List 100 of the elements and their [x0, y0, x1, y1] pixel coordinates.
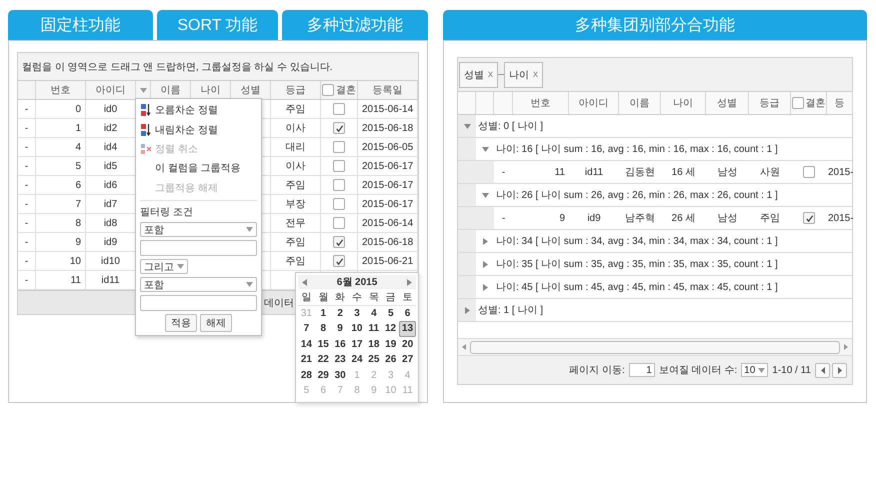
checkbox[interactable]	[333, 141, 345, 153]
weekday-label: 목	[368, 290, 380, 304]
column-header[interactable]: 결혼	[806, 96, 826, 110]
calendar-day[interactable]: 29	[314, 368, 332, 383]
dropdown[interactable]: 포함	[140, 222, 257, 238]
column-header[interactable]: 나이	[661, 92, 706, 114]
group-label: 나이: 16 [ 나이 sum : 16, avg : 16, min : 16, max : 16, count : 1 ]	[495, 143, 778, 157]
menu-item[interactable]: 내림차순 정렬	[140, 121, 257, 138]
page-input[interactable]: 1	[628, 363, 655, 377]
table-cell: 전무	[271, 214, 321, 232]
calendar-day[interactable]: 10	[348, 321, 366, 336]
column-header[interactable]: 등록일	[358, 81, 418, 99]
menu-item[interactable]: 이 컬럼을 그룹적용	[140, 160, 257, 177]
column-header[interactable]: 아이디	[569, 92, 619, 114]
table-cell-text: 2015-	[827, 166, 853, 180]
calendar-day[interactable]: 8	[314, 321, 332, 336]
filter-button[interactable]: 적용	[165, 314, 197, 332]
calendar-day[interactable]: 25	[365, 352, 382, 368]
table-cell: 8	[36, 214, 86, 232]
group-chip[interactable]: 성별 x	[459, 62, 498, 88]
caret-down-icon	[246, 282, 253, 288]
calendar-day[interactable]: 5	[382, 306, 400, 321]
dropdown[interactable]: 포함	[140, 277, 257, 292]
table-cell: 2015-06-05	[358, 138, 418, 156]
calendar-day[interactable]: 20	[399, 336, 416, 352]
caret-right-icon[interactable]	[482, 284, 488, 290]
caret-down-icon[interactable]	[464, 124, 470, 128]
table-cell: -	[18, 138, 36, 156]
checkbox[interactable]	[333, 198, 345, 210]
previous-page-button[interactable]	[815, 362, 830, 378]
checkbox[interactable]	[333, 122, 345, 134]
group-chip[interactable]: 나이 x	[504, 62, 543, 88]
page-size-dropdown[interactable]: 10	[741, 363, 768, 377]
calendar-day[interactable]: 3	[348, 306, 366, 321]
checkbox[interactable]	[333, 179, 345, 191]
calendar-day[interactable]: 15	[314, 336, 332, 352]
table-cell-text: 9	[558, 212, 566, 226]
calendar-day[interactable]: 11	[365, 321, 382, 336]
column-header[interactable]: 이름	[619, 92, 661, 114]
calendar-day[interactable]: 1	[314, 306, 332, 321]
filter-input[interactable]	[140, 240, 257, 256]
filter-button[interactable]: 해제	[200, 314, 232, 332]
calendar-day[interactable]: 16	[332, 336, 349, 352]
calendar-day[interactable]: 18	[365, 336, 382, 352]
menu-item[interactable]: 오름차순 정렬	[140, 102, 257, 118]
column-header[interactable]: 성별	[706, 92, 749, 114]
checkbox[interactable]	[333, 217, 345, 229]
caret-right-icon[interactable]	[482, 238, 488, 244]
caret-down-icon[interactable]	[482, 146, 488, 152]
calendar-day[interactable]: 24	[348, 352, 366, 368]
previous-month-icon[interactable]	[302, 278, 307, 286]
filter-input[interactable]	[140, 295, 257, 312]
checkbox[interactable]	[333, 236, 345, 248]
horizontal-scrollbar[interactable]	[458, 338, 852, 355]
scroll-right-icon[interactable]	[844, 344, 848, 350]
checkbox[interactable]	[792, 97, 804, 109]
calendar-day[interactable]: 2	[332, 306, 349, 321]
sort-ascending-icon	[141, 104, 151, 116]
calendar-day[interactable]: 19	[382, 336, 400, 352]
calendar-day[interactable]: 14	[298, 336, 315, 352]
column-header[interactable]: 번호	[513, 92, 569, 114]
calendar-day[interactable]: 21	[298, 352, 315, 368]
calendar-day[interactable]: 28	[298, 368, 315, 383]
calendar-day[interactable]: 7	[298, 321, 315, 336]
calendar-day[interactable]: 17	[348, 336, 366, 352]
checkbox[interactable]	[803, 212, 815, 224]
group-label: 나이: 35 [ 나이 sum : 35, avg : 35, min : 35, max : 35, count : 1 ]	[495, 258, 778, 272]
checkbox[interactable]	[333, 255, 345, 267]
calendar-day[interactable]: 30	[332, 368, 349, 383]
caret-right-icon[interactable]	[464, 306, 470, 314]
calendar-day[interactable]: 27	[399, 352, 416, 368]
calendar-day[interactable]: 26	[382, 352, 400, 368]
caret-right-icon[interactable]	[482, 260, 488, 268]
column-header[interactable]: 등급	[749, 92, 791, 114]
calendar-day[interactable]: 4	[365, 306, 382, 321]
column-header[interactable]: 결혼	[336, 83, 356, 97]
calendar-day[interactable]: 6	[399, 306, 416, 321]
calendar-day[interactable]: 13	[398, 321, 416, 336]
caret-down-icon[interactable]	[482, 192, 488, 198]
calendar-day[interactable]: 12	[382, 321, 399, 336]
table-cell-text: -	[500, 166, 506, 180]
group-label: 나이: 34 [ 나이 sum : 34, avg : 34, min : 34, max : 34, count : 1 ]	[495, 235, 778, 249]
column-header[interactable]: 등급	[271, 81, 321, 99]
calendar-day[interactable]: 9	[332, 321, 348, 336]
checkbox[interactable]	[333, 103, 345, 115]
checkbox[interactable]	[803, 166, 815, 178]
calendar-day[interactable]: 22	[314, 352, 332, 368]
table-cell: 6	[36, 176, 86, 194]
table-cell: 주임	[271, 252, 321, 270]
next-month-icon[interactable]	[407, 278, 412, 286]
next-page-button[interactable]	[832, 362, 847, 378]
column-header[interactable]: 번호	[36, 81, 86, 99]
column-header[interactable]: 등	[827, 92, 853, 114]
dropdown[interactable]: 그리고	[140, 259, 188, 274]
scrollbar-thumb[interactable]	[470, 340, 840, 354]
scroll-left-icon[interactable]	[462, 344, 466, 350]
checkbox[interactable]	[322, 84, 334, 96]
calendar-day[interactable]: 23	[332, 352, 349, 368]
table-cell: 2015-06-17	[358, 176, 418, 194]
checkbox[interactable]	[333, 160, 345, 172]
